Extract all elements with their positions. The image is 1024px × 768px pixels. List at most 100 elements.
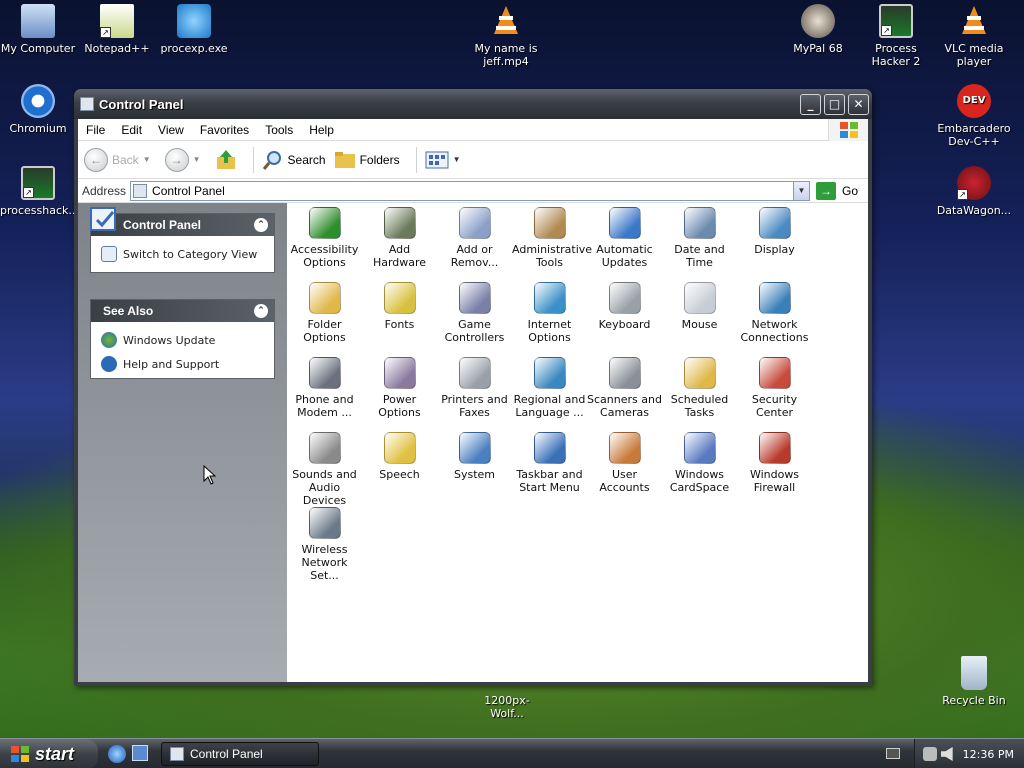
desktop-icon-mypal[interactable]: MyPal 68 [780, 4, 856, 55]
control-panel-item[interactable]: Taskbar and Start Menu [512, 428, 587, 503]
desktop-icon-chromium[interactable]: Chromium [0, 84, 76, 135]
desktop-icon-devcpp[interactable]: DEV Embarcadero Dev-C++ [936, 84, 1012, 148]
control-panel-item[interactable]: Display [737, 203, 812, 278]
desktop-icon-label: processhack... [0, 204, 79, 217]
forward-button[interactable]: → ▼ [164, 147, 207, 172]
back-dropdown-icon[interactable]: ▼ [143, 155, 151, 164]
control-panel-item[interactable]: Internet Options [512, 278, 587, 353]
views-dropdown-icon[interactable]: ▼ [453, 155, 461, 164]
help-support-link[interactable]: Help and Support [91, 352, 274, 376]
control-panel-item[interactable]: Game Controllers [437, 278, 512, 353]
forward-dropdown-icon[interactable]: ▼ [193, 155, 201, 164]
desktop-icon-notepadpp[interactable]: ↗ Notepad++ [79, 4, 155, 55]
control-panel-item[interactable]: Windows CardSpace [662, 428, 737, 503]
control-panel-task-header[interactable]: Control Panel ⌃ [90, 207, 274, 236]
control-panel-item-label: Regional and Language ... [513, 393, 586, 419]
desktop-icon-datawagon[interactable]: ↗ DataWagon... [936, 166, 1012, 217]
desktop-icon-my-computer[interactable]: My Computer [0, 4, 76, 55]
up-folder-button[interactable] [215, 149, 237, 171]
control-panel-item-label: Date and Time [674, 243, 725, 269]
desktop-icon-procexp[interactable]: procexp.exe [156, 4, 232, 55]
control-panel-item[interactable]: Scheduled Tasks [662, 353, 737, 428]
control-panel-item[interactable]: Security Center [737, 353, 812, 428]
control-panel-item[interactable]: Phone and Modem ... [287, 353, 362, 428]
control-panel-item[interactable]: Accessibility Options [287, 203, 362, 278]
desktop-icon-process-hacker[interactable]: ↗ Process Hacker 2 [858, 4, 934, 68]
taskbar-button-control-panel[interactable]: Control Panel [161, 742, 319, 766]
control-panel-item[interactable]: Sounds and Audio Devices [287, 428, 362, 507]
desktop-icon-wolf-image[interactable]: 1200px-Wolf... [468, 694, 546, 720]
desktop-icon-video[interactable]: My name is jeff.mp4 [468, 4, 544, 68]
search-button[interactable]: Search [262, 149, 326, 171]
collapse-chevron-icon[interactable]: ⌃ [254, 218, 268, 232]
control-panel-item-icon [308, 282, 341, 314]
windows-update-link[interactable]: Windows Update [91, 328, 274, 352]
control-panel-item[interactable]: Regional and Language ... [512, 353, 587, 428]
control-panel-item-label: Display [754, 243, 795, 256]
keyboard-tray-icon[interactable] [886, 748, 900, 759]
desktop-icon-recycle-bin[interactable]: Recycle Bin [936, 656, 1012, 707]
control-panel-item[interactable]: Wireless Network Set... [287, 503, 362, 582]
network-tray-icon[interactable] [922, 747, 937, 761]
show-desktop-icon[interactable] [132, 745, 148, 761]
devcpp-icon: DEV [957, 84, 991, 118]
minimize-button[interactable]: _ [800, 93, 821, 115]
menu-edit[interactable]: Edit [113, 123, 150, 137]
control-panel-item[interactable]: Scanners and Cameras [587, 353, 662, 428]
desktop-icon-processhack[interactable]: ↗ processhack... [0, 166, 79, 217]
control-panel-item-icon [683, 432, 716, 464]
control-panel-item[interactable]: Fonts [362, 278, 437, 353]
control-panel-item[interactable]: Date and Time [662, 203, 737, 278]
control-panel-item[interactable]: Add or Remov... [437, 203, 512, 278]
control-panel-item[interactable]: User Accounts [587, 428, 662, 503]
views-button[interactable]: ▼ [425, 151, 467, 169]
switch-category-view-link[interactable]: Switch to Category View [91, 242, 274, 266]
see-also-header[interactable]: See Also ⌃ [91, 300, 274, 322]
control-panel-item-icon [383, 357, 416, 389]
desktop-icon-label: procexp.exe [160, 42, 228, 55]
control-panel-item[interactable]: Mouse [662, 278, 737, 353]
control-panel-item[interactable]: Add Hardware [362, 203, 437, 278]
volume-tray-icon[interactable] [940, 747, 953, 761]
address-input[interactable]: Control Panel ▼ [130, 180, 810, 201]
menu-help[interactable]: Help [301, 123, 342, 137]
menu-tools[interactable]: Tools [257, 123, 301, 137]
go-button[interactable]: → Go [815, 181, 858, 200]
control-panel-item-label: System [453, 468, 496, 481]
control-panel-item-label: Security Center [751, 393, 798, 419]
start-button[interactable]: start [0, 739, 98, 768]
control-panel-item[interactable]: Printers and Faxes [437, 353, 512, 428]
views-icon [425, 151, 449, 168]
control-panel-item[interactable]: Speech [362, 428, 437, 503]
control-panel-item-label: Windows CardSpace [669, 468, 730, 494]
control-panel-item[interactable]: Power Options [362, 353, 437, 428]
control-panel-item[interactable]: System [437, 428, 512, 503]
menu-view[interactable]: View [150, 123, 192, 137]
back-button[interactable]: ← Back ▼ [84, 147, 157, 172]
maximize-button[interactable]: □ [824, 93, 845, 115]
control-panel-item-label: Mouse [681, 318, 718, 331]
control-panel-item-label: Speech [379, 468, 420, 481]
internet-explorer-icon[interactable] [108, 745, 126, 763]
folders-button[interactable]: Folders [334, 150, 400, 170]
computer-icon [21, 4, 55, 38]
datawagon-icon: ↗ [957, 166, 991, 200]
control-panel-item-icon [683, 207, 716, 239]
control-panel-item[interactable]: Windows Firewall [737, 428, 812, 503]
menu-favorites[interactable]: Favorites [192, 123, 257, 137]
control-panel-icon [133, 183, 148, 198]
back-arrow-icon: ← [84, 147, 108, 172]
menu-file[interactable]: File [78, 123, 113, 137]
control-panel-item[interactable]: Administrative Tools [512, 203, 592, 278]
address-dropdown-icon[interactable]: ▼ [792, 181, 809, 200]
control-panel-item[interactable]: Automatic Updates [587, 203, 662, 278]
control-panel-item[interactable]: Folder Options [287, 278, 362, 353]
control-panel-item[interactable]: Network Connections [737, 278, 812, 353]
notepad-icon: ↗ [100, 4, 134, 38]
collapse-chevron-icon[interactable]: ⌃ [254, 304, 268, 318]
close-button[interactable]: ✕ [848, 93, 869, 115]
window-titlebar[interactable]: Control Panel _ □ ✕ [74, 89, 872, 119]
control-panel-item[interactable]: Keyboard [587, 278, 662, 353]
desktop-icon-vlc[interactable]: VLC media player [936, 4, 1012, 68]
clock[interactable]: 12:36 PM [963, 748, 1014, 761]
